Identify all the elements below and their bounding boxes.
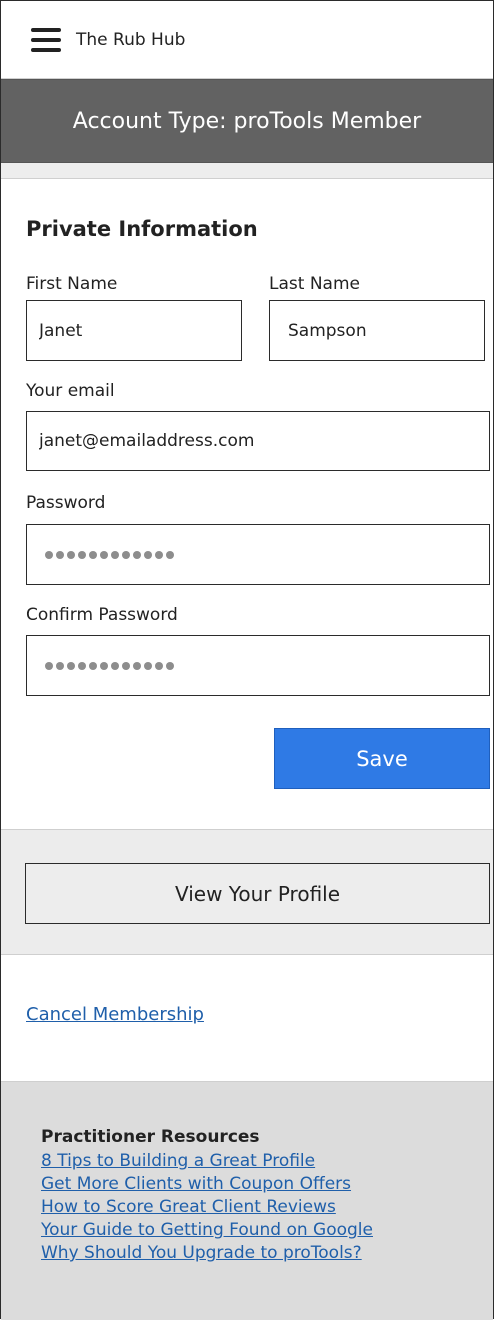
last-name-field[interactable] xyxy=(269,300,485,361)
resource-link-google-guide[interactable]: Your Guide to Getting Found on Google xyxy=(41,1219,373,1242)
password-mask xyxy=(45,550,174,559)
confirm-password-label: Confirm Password xyxy=(26,605,178,625)
mobile-page: The Rub Hub Account Type: proTools Membe… xyxy=(0,0,494,1320)
hamburger-line xyxy=(31,47,61,52)
resources-heading: Practitioner Resources xyxy=(41,1127,260,1147)
top-bar: The Rub Hub xyxy=(1,1,493,79)
first-name-label: First Name xyxy=(26,274,118,294)
practitioner-resources: Practitioner Resources 8 Tips to Buildin… xyxy=(1,1081,493,1320)
account-type-banner: Account Type: proTools Member xyxy=(1,79,493,163)
hamburger-line xyxy=(31,27,61,32)
section-divider xyxy=(1,163,493,179)
email-field[interactable] xyxy=(26,411,490,471)
hamburger-line xyxy=(31,37,61,42)
resource-links-list: 8 Tips to Building a Great Profile Get M… xyxy=(41,1150,373,1265)
hamburger-menu-icon[interactable] xyxy=(31,27,61,52)
resource-link-profile-tips[interactable]: 8 Tips to Building a Great Profile xyxy=(41,1150,373,1173)
confirm-password-mask xyxy=(45,661,174,670)
app-title: The Rub Hub xyxy=(76,29,186,50)
resource-link-client-reviews[interactable]: How to Score Great Client Reviews xyxy=(41,1196,373,1219)
confirm-password-field[interactable] xyxy=(26,635,490,696)
first-name-field[interactable] xyxy=(26,300,242,361)
password-label: Password xyxy=(26,493,106,513)
private-information-heading: Private Information xyxy=(26,217,258,241)
email-label: Your email xyxy=(26,381,115,401)
cancel-membership-link[interactable]: Cancel Membership xyxy=(26,1004,204,1025)
resource-link-coupon-offers[interactable]: Get More Clients with Coupon Offers xyxy=(41,1173,373,1196)
profile-section: View Your Profile xyxy=(1,829,493,955)
view-profile-button[interactable]: View Your Profile xyxy=(25,863,490,924)
password-field[interactable] xyxy=(26,524,490,585)
last-name-label: Last Name xyxy=(269,274,360,294)
resource-link-upgrade-protools[interactable]: Why Should You Upgrade to proTools? xyxy=(41,1242,373,1265)
save-button[interactable]: Save xyxy=(274,728,490,789)
